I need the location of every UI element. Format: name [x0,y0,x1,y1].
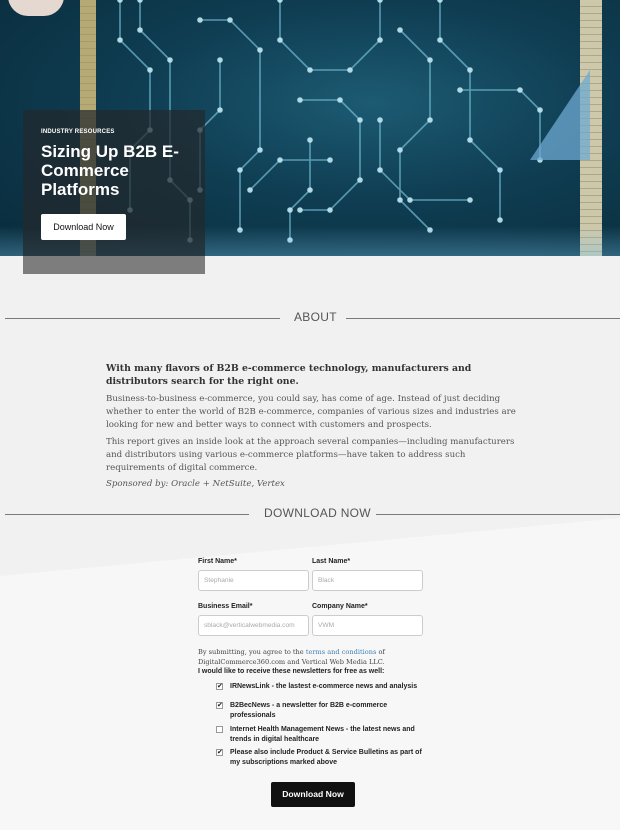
about-lead: With many flavors of B2B e-commerce tech… [106,363,472,387]
newsletter-label: B2BecNews - a newsletter for B2B e-comme… [230,702,388,719]
newsletters-heading: I would like to receive these newsletter… [198,668,385,675]
download-submit-button[interactable]: Download Now [271,782,355,807]
about-paragraph: Business-to-business e-commerce, you cou… [106,394,516,430]
divider [5,318,280,319]
about-content: With many flavors of B2B e-commerce tech… [106,362,516,489]
first-name-label: First Name* [198,558,237,565]
about-heading: ABOUT [294,310,337,324]
checkbox[interactable]: ✔ [216,749,223,756]
hero-card: INDUSTRY RESOURCES Sizing Up B2B E-Comme… [23,110,205,274]
last-name-input[interactable]: Black [312,570,423,591]
checkbox[interactable] [216,726,223,733]
company-label: Company Name* [312,603,368,610]
divider [5,514,249,515]
newsletter-label: Please also include Product & Service Bu… [230,749,422,766]
download-heading: DOWNLOAD NOW [264,506,371,520]
download-section-header: DOWNLOAD NOW [0,506,620,522]
terms-link[interactable]: terms and conditions [306,648,377,656]
email-input[interactable]: sblack@verticalwebmedia.com [198,615,309,636]
newsletter-label: IRNewsLink - the lastest e-commerce news… [230,683,418,690]
set-square-image [530,70,590,160]
hero-title: Sizing Up B2B E-Commerce Platforms [41,142,179,199]
checkbox[interactable]: ✔ [216,702,223,709]
last-name-label: Last Name* [312,558,351,565]
hero-card-shadow [23,256,205,274]
company-input[interactable]: VWM [312,615,423,636]
checkbox[interactable]: ✔ [216,683,223,690]
first-name-input[interactable]: Stephanie [198,570,309,591]
about-section-header: ABOUT [0,310,620,326]
terms-text: By submitting, you agree to the terms an… [198,647,428,667]
divider [346,318,620,319]
newsletter-label: Internet Health Management News - the la… [230,726,415,743]
hero-tag: INDUSTRY RESOURCES [41,129,115,135]
divider [376,514,620,515]
hero-download-button[interactable]: Download Now [41,214,126,240]
about-paragraph: This report gives an inside look at the … [106,437,515,473]
sponsor-text: Sponsored by: Oracle + NetSuite, Vertex [106,479,285,489]
terms-prefix: By submitting, you agree to the [198,648,306,656]
email-label: Business Email* [198,603,253,610]
